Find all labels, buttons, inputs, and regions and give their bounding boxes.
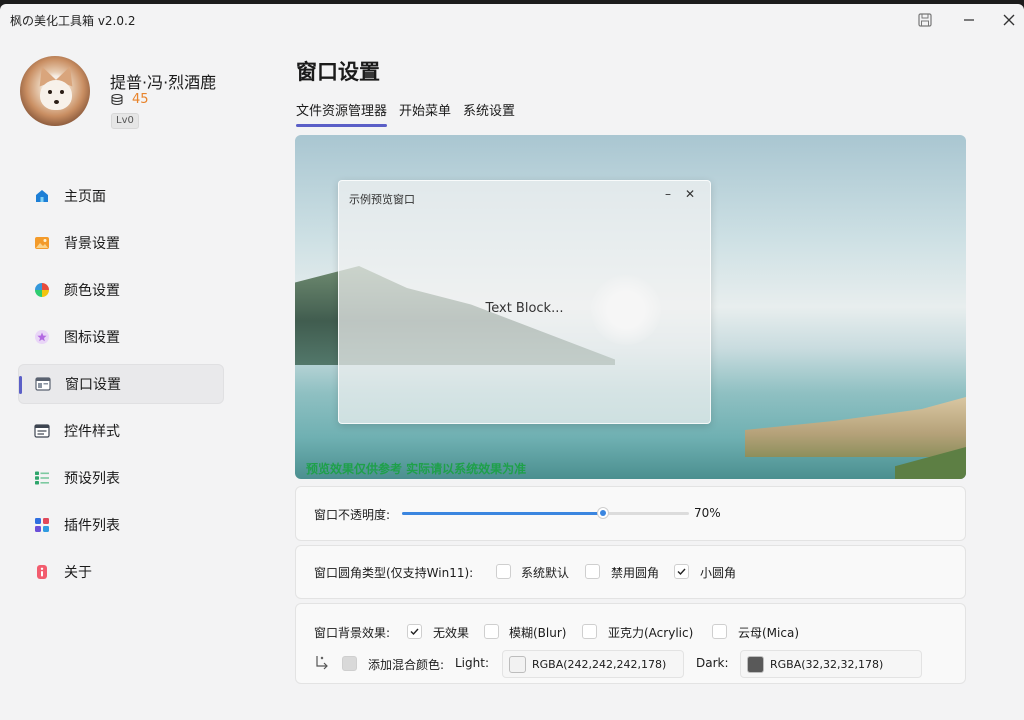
backdrop-acrylic-checkbox[interactable] (582, 624, 597, 639)
coin-balance: 45 (110, 92, 149, 107)
sidebar-item-label: 图标设置 (64, 330, 120, 346)
sidebar-item-label: 控件样式 (64, 424, 120, 440)
close-button[interactable] (996, 8, 1022, 32)
corner-disabled-label: 禁用圆角 (611, 566, 660, 580)
sidebar-item-label: 插件列表 (64, 518, 120, 534)
opacity-card: 窗口不透明度: 70% (295, 486, 966, 541)
minimize-button[interactable] (956, 8, 982, 32)
image-icon (34, 235, 50, 251)
plugin-icon (34, 517, 50, 533)
corner-small-label: 小圆角 (700, 566, 737, 580)
preview-note: 预览效果仅供参考 实际请以系统效果为准 (306, 462, 527, 476)
corner-small-checkbox[interactable] (674, 564, 689, 579)
tab-bar: 文件资源管理器 开始菜单 系统设置 (296, 100, 515, 127)
backdrop-blur-label: 模糊(Blur) (509, 626, 567, 640)
minimize-icon (964, 19, 974, 21)
page-title: 窗口设置 (296, 60, 380, 84)
sidebar-item-label: 窗口设置 (65, 377, 121, 393)
coin-count: 45 (132, 92, 149, 107)
backdrop-mica-checkbox[interactable] (712, 624, 727, 639)
sidebar-item-label: 关于 (64, 565, 92, 581)
opacity-value: 70% (694, 506, 721, 520)
save-button[interactable] (912, 8, 938, 32)
sidebar-item-presets[interactable]: 预设列表 (18, 458, 224, 498)
backdrop-none-checkbox[interactable] (407, 624, 422, 639)
light-label: Light: (455, 656, 489, 670)
dark-color-picker[interactable]: RGBA(32,32,32,178) (740, 650, 922, 678)
corner-label: 窗口圆角类型(仅支持Win11): (314, 566, 474, 580)
sidebar-item-plugins[interactable]: 插件列表 (18, 505, 224, 545)
opacity-slider[interactable] (402, 507, 689, 519)
corner-disabled-checkbox[interactable] (585, 564, 600, 579)
star-icon (34, 329, 50, 345)
blend-color-checkbox[interactable] (342, 656, 357, 671)
tab-file-explorer[interactable]: 文件资源管理器 (296, 100, 388, 127)
sidebar-item-window[interactable]: 窗口设置 (18, 364, 224, 404)
preview-shore (745, 397, 966, 457)
corner-default-label: 系统默认 (521, 566, 570, 580)
window-icon (35, 376, 51, 392)
control-icon (34, 423, 50, 439)
title-bar: 枫の美化工具箱 v2.0.2 (0, 4, 1024, 36)
avatar[interactable] (20, 56, 90, 126)
sample-minimize-icon: – (665, 187, 671, 201)
sidebar-item-controls[interactable]: 控件样式 (18, 411, 224, 451)
backdrop-none-label: 无效果 (433, 626, 470, 640)
sidebar-item-home[interactable]: 主页面 (18, 176, 224, 216)
preview-panel: 示例预览窗口 – ✕ Text Block... 预览效果仅供参考 实际请以系统… (295, 135, 966, 479)
backdrop-label: 窗口背景效果: (314, 626, 391, 640)
list-icon (34, 470, 50, 486)
sample-text-block: Text Block... (485, 301, 564, 316)
sidebar-item-background[interactable]: 背景设置 (18, 223, 224, 263)
backdrop-acrylic-label: 亚克力(Acrylic) (608, 626, 694, 640)
backdrop-blur-checkbox[interactable] (484, 624, 499, 639)
subitem-arrow-icon (316, 656, 328, 670)
info-icon (34, 564, 50, 580)
sample-window-title: 示例预览窗口 (349, 193, 415, 206)
coins-icon (111, 93, 123, 105)
save-icon (918, 13, 932, 27)
check-icon (410, 628, 419, 636)
sidebar-item-label: 背景设置 (64, 236, 120, 252)
opacity-label: 窗口不透明度: (314, 508, 391, 522)
opacity-slider-fill (402, 512, 603, 515)
corner-card: 窗口圆角类型(仅支持Win11): 系统默认 禁用圆角 小圆角 (295, 545, 966, 599)
backdrop-card: 窗口背景效果: 无效果 模糊(Blur) 亚克力(Acrylic) 云母(Mic… (295, 603, 966, 684)
app-window: 枫の美化工具箱 v2.0.2 提普·冯·烈酒鹿 45 Lv0 主页面 背景设置 … (0, 4, 1024, 720)
dark-label: Dark: (696, 656, 729, 670)
backdrop-mica-label: 云母(Mica) (738, 626, 800, 640)
home-icon (34, 188, 50, 204)
color-wheel-icon (34, 282, 50, 298)
light-color-picker[interactable]: RGBA(242,242,242,178) (502, 650, 684, 678)
dark-color-swatch (747, 655, 764, 673)
sidebar-item-label: 预设列表 (64, 471, 120, 487)
sidebar-item-label: 颜色设置 (64, 283, 120, 299)
light-color-swatch (509, 655, 526, 673)
tab-system-settings[interactable]: 系统设置 (463, 100, 515, 127)
dark-color-value: RGBA(32,32,32,178) (770, 657, 884, 671)
check-icon (677, 568, 686, 576)
sidebar-nav: 主页面 背景设置 颜色设置 图标设置 窗口设置 控件样式 预设列表 插件列表 关… (18, 176, 224, 599)
sidebar-item-icons[interactable]: 图标设置 (18, 317, 224, 357)
sidebar-item-color[interactable]: 颜色设置 (18, 270, 224, 310)
corner-default-checkbox[interactable] (496, 564, 511, 579)
sidebar-item-label: 主页面 (64, 189, 106, 205)
opacity-slider-thumb[interactable] (596, 507, 609, 519)
username: 提普·冯·烈酒鹿 (110, 73, 217, 92)
light-color-value: RGBA(242,242,242,178) (532, 657, 667, 671)
level-badge: Lv0 (111, 113, 139, 129)
app-title: 枫の美化工具箱 v2.0.2 (10, 14, 136, 28)
blend-color-label: 添加混合颜色: (368, 658, 445, 672)
close-icon (1003, 14, 1015, 26)
tab-start-menu[interactable]: 开始菜单 (399, 100, 451, 127)
sample-preview-window: 示例预览窗口 – ✕ Text Block... (338, 180, 711, 424)
sample-close-icon: ✕ (685, 187, 696, 201)
sidebar-item-about[interactable]: 关于 (18, 552, 224, 592)
